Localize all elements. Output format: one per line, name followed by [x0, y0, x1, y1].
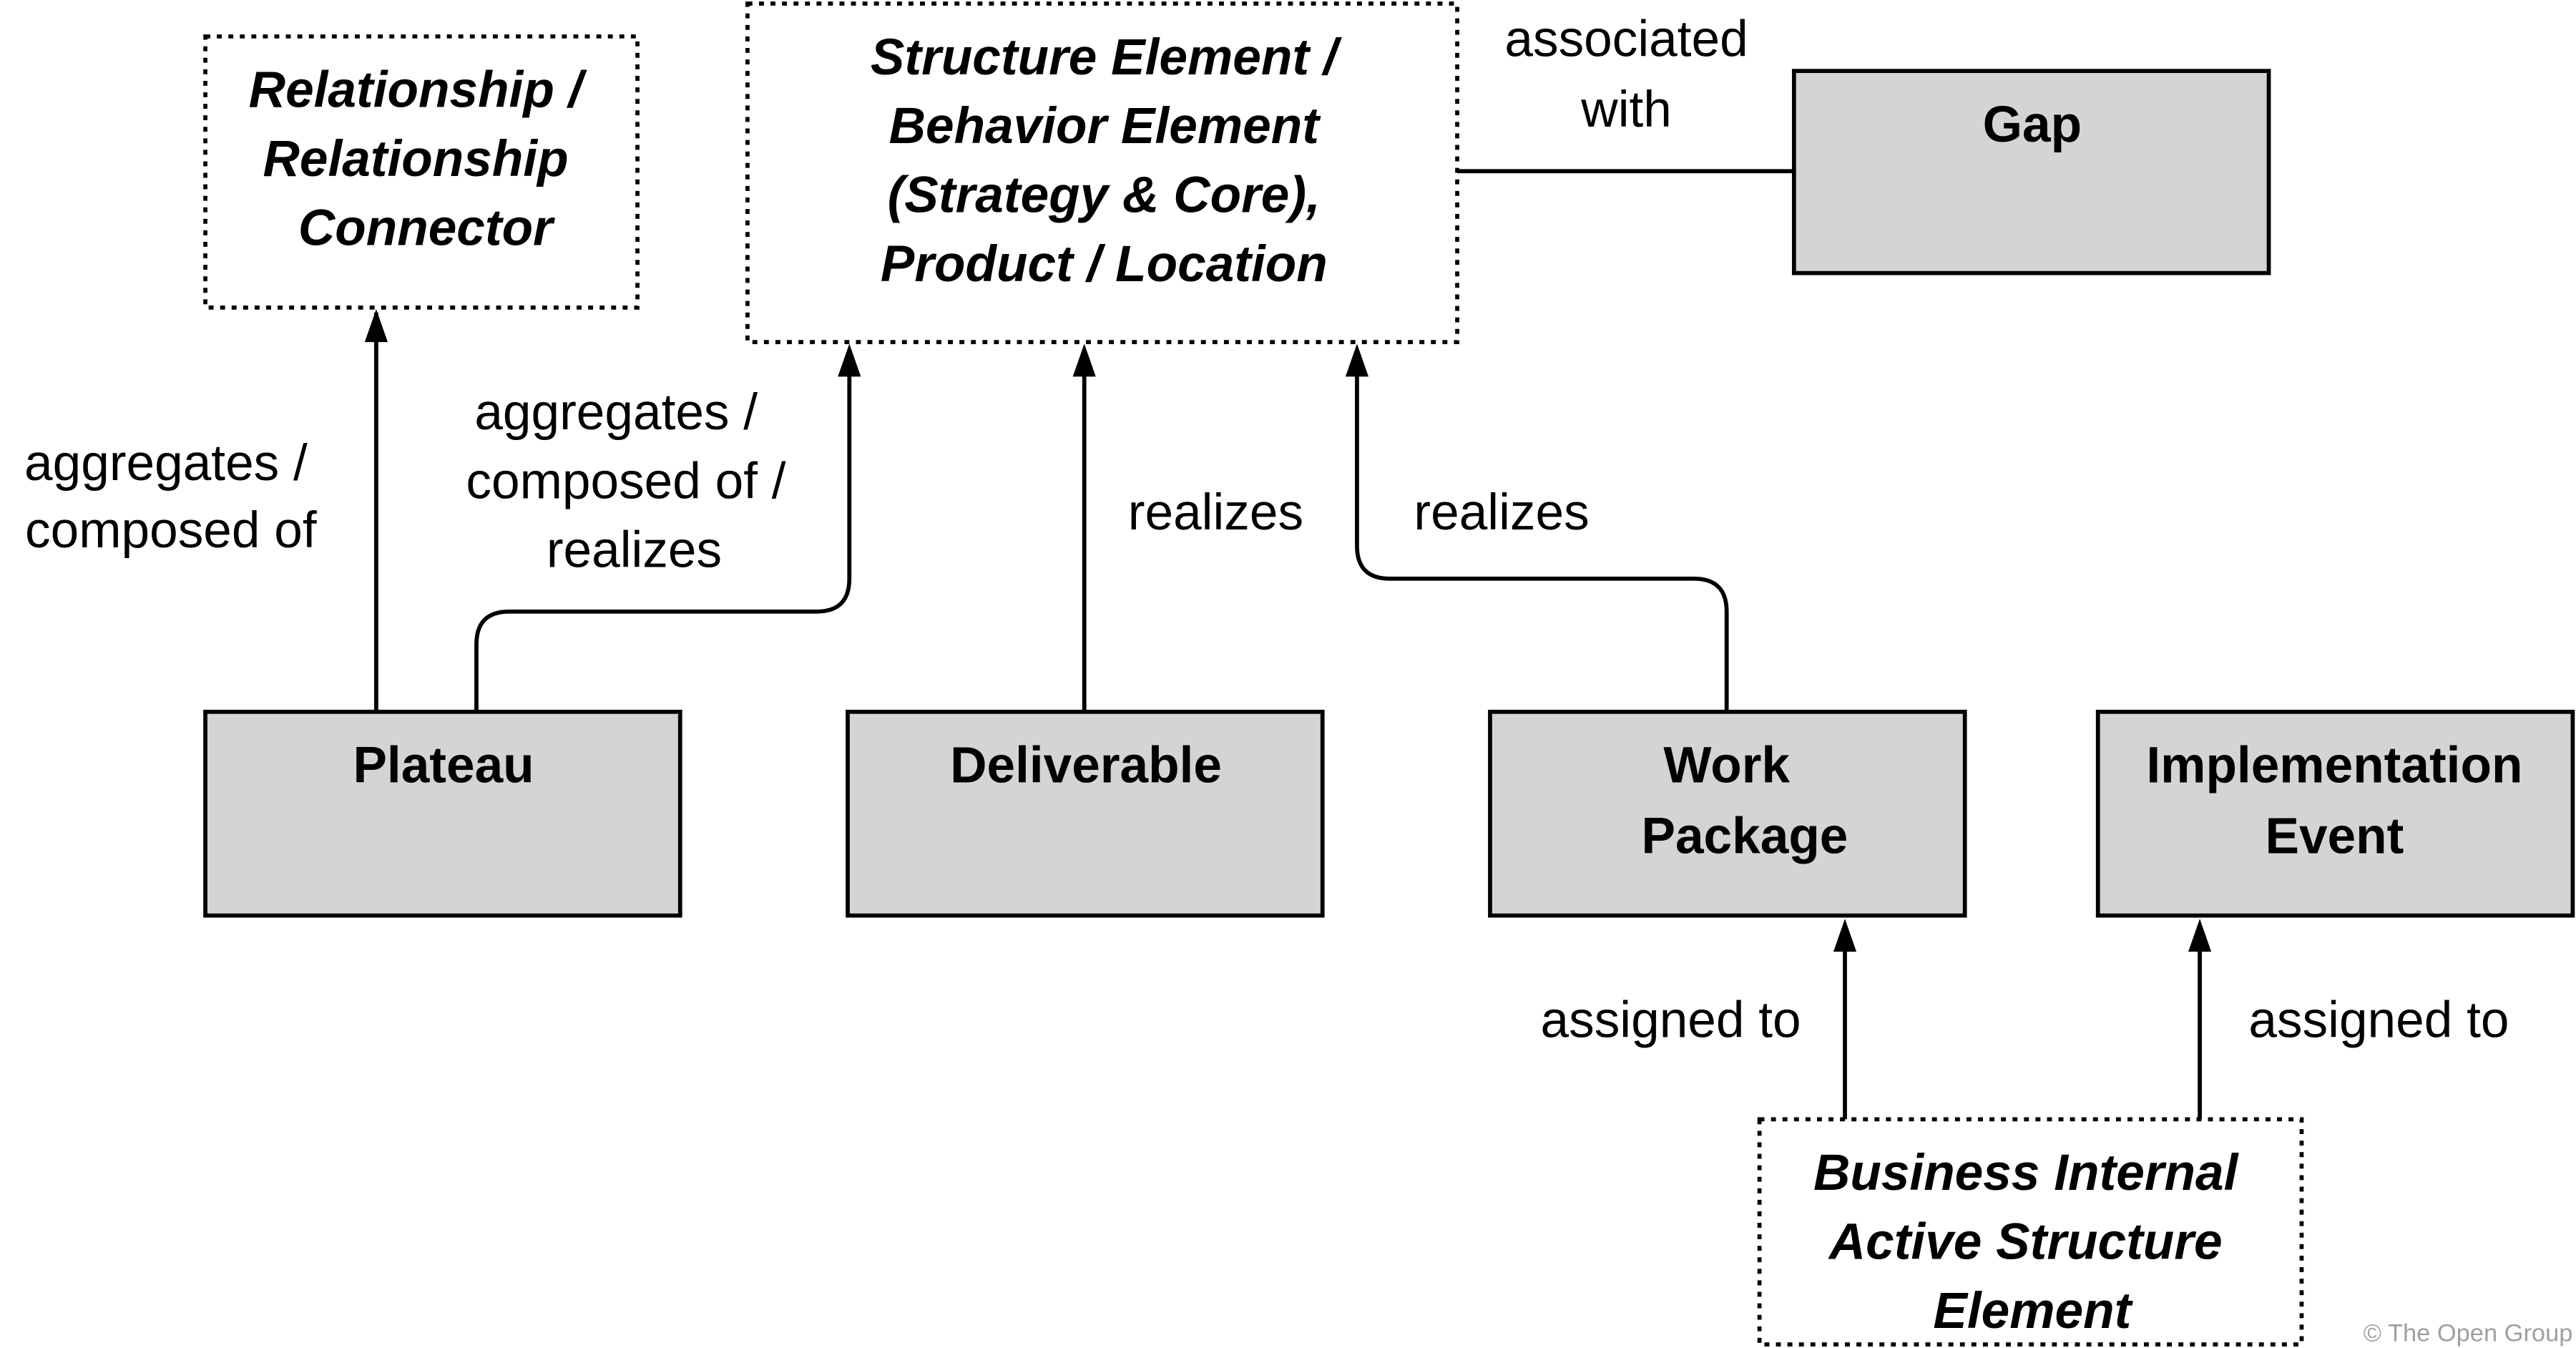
element-relationship[interactable]: Relationship / Relationship Connector [203, 34, 640, 310]
element-work-package[interactable]: Work Package [1488, 709, 1967, 918]
element-gap[interactable]: Gap [1791, 69, 2271, 275]
relation-label: aggregates / [474, 384, 758, 441]
element-label: Active Structure [1828, 1214, 2223, 1271]
element-plateau[interactable]: Plateau [203, 709, 682, 918]
arrowhead-icon [364, 309, 388, 343]
relation-label: assigned to [1541, 992, 1801, 1049]
element-deliverable[interactable]: Deliverable [846, 709, 1325, 918]
relation-label: realizes [1128, 484, 1303, 541]
element-structure-behavior[interactable]: Structure Element / Behavior Element (St… [745, 1, 1459, 344]
element-label: Package [1641, 808, 1848, 864]
relation-label: realizes [1414, 484, 1589, 541]
element-label: Event [2265, 808, 2404, 864]
element-label: Connector [298, 200, 555, 257]
arrowhead-icon [1345, 343, 1369, 377]
element-label: Business Internal [1813, 1145, 2239, 1201]
relation-label: realizes [547, 522, 722, 579]
arrowhead-icon [838, 343, 861, 377]
element-label: Implementation [2146, 738, 2522, 794]
element-label: Gap [1983, 97, 2082, 153]
relation-label: composed of / [466, 453, 785, 509]
relation-label: composed of [25, 502, 317, 559]
relation-label: aggregates / [24, 435, 308, 492]
arrowhead-icon [1072, 343, 1096, 377]
element-label: Structure Element / [871, 29, 1343, 86]
archimate-diagram: Relationship / Relationship Connector St… [24, 1, 2575, 1347]
element-label: Element [1933, 1283, 2133, 1339]
relation-label: associated [1504, 11, 1748, 67]
arrowhead-icon [2188, 919, 2212, 952]
element-implementation-event[interactable]: Implementation Event [2095, 709, 2575, 918]
element-label: Deliverable [950, 738, 1222, 794]
element-label: Behavior Element [889, 98, 1322, 155]
element-label: Relationship [263, 131, 568, 187]
connector-workpackage-structure [1355, 370, 1729, 712]
element-label: Relationship / [249, 62, 588, 119]
element-business-internal-active-structure[interactable]: Business Internal Active Structure Eleme… [1757, 1117, 2304, 1347]
relation-label: with [1580, 82, 1672, 138]
copyright-notice: © The Open Group [2364, 1319, 2573, 1347]
element-label: (Strategy & Core), [888, 167, 1321, 224]
element-label: Plateau [353, 738, 534, 794]
element-label: Work [1663, 738, 1790, 794]
relation-label: assigned to [2248, 992, 2509, 1049]
arrowhead-icon [1833, 919, 1857, 952]
element-label: Product / Location [881, 236, 1328, 293]
